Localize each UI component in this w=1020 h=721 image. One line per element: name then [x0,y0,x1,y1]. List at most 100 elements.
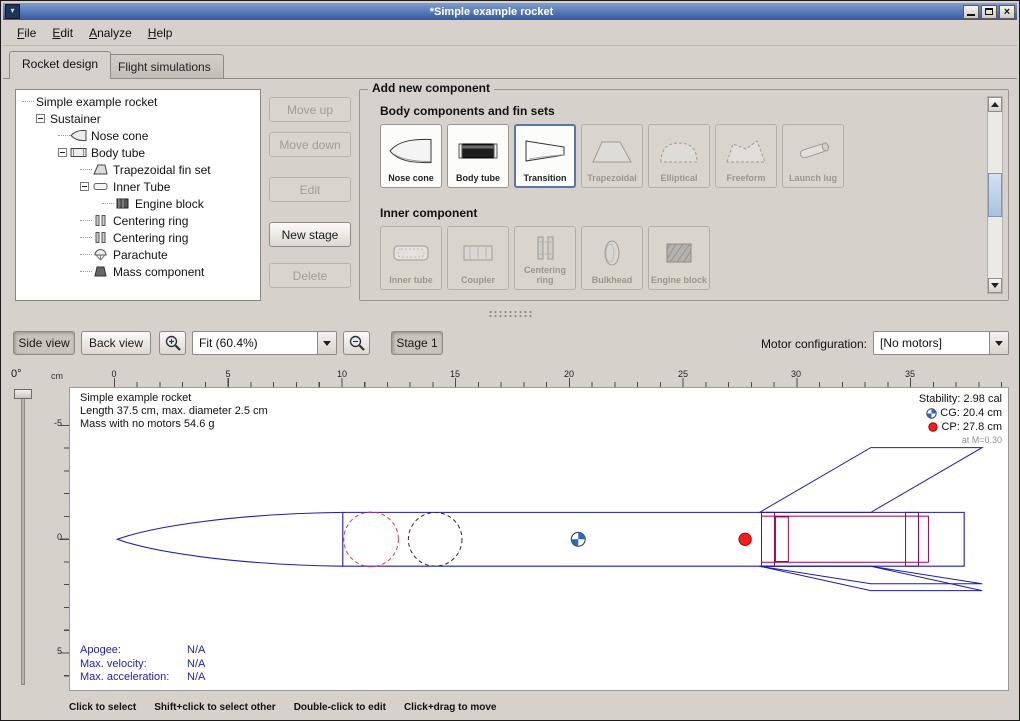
component-button-label: Elliptical [660,174,697,184]
collapse-icon[interactable] [36,114,45,123]
mach-note: at M=0.30 [962,435,1002,445]
engine-block-icon [656,230,702,276]
motor-configuration-select[interactable]: [No motors] [873,331,1009,355]
zoom-out-button[interactable] [343,331,370,355]
hint-click-select: Click to select [69,702,136,713]
title-bar[interactable]: ▾ *Simple example rocket × [3,3,1017,20]
parachute-outline[interactable] [344,512,399,567]
close-icon: × [1004,7,1010,17]
mass-component-outline[interactable] [408,512,462,566]
tree-item-label: Nose cone [89,129,148,143]
cp-marker [739,533,751,545]
back-view-button[interactable]: Back view [81,331,151,355]
tree-connector [22,101,34,103]
add-bulkhead-button: Bulkhead [581,226,643,290]
tree-item-rocket[interactable]: Simple example rocket [16,93,260,110]
tree-item-engine-block[interactable]: Engine block [16,195,260,212]
rocket-name: Simple example rocket [80,392,268,405]
tab-rocket-design[interactable]: Rocket design [9,51,111,79]
splitter-handle[interactable] [488,310,534,318]
component-button-label: Coupler [461,276,495,286]
tree-connector [80,271,92,273]
tab-flight-simulations[interactable]: Flight simulations [105,54,224,78]
menu-edit[interactable]: Edit [44,23,81,43]
tree-item-label: Parachute [111,248,168,262]
fin-outlines[interactable] [760,448,983,591]
menu-help[interactable]: Help [140,23,181,43]
side-view-button[interactable]: Side view [13,331,75,355]
group-title: Add new component [368,81,494,95]
tree-item-nose-cone[interactable]: Nose cone [16,127,260,144]
minimize-button[interactable] [963,5,979,19]
component-button-label: Launch lug [789,174,837,184]
motor-configuration-value: [No motors] [874,336,989,350]
rotation-slider-track[interactable] [21,393,25,685]
stage-1-toggle[interactable]: Stage 1 [391,331,443,355]
zoom-in-button[interactable] [159,331,186,355]
tree-item-label: Centering ring [111,214,188,228]
menu-file[interactable]: File [9,23,44,43]
zoom-select[interactable]: Fit (60.4%) [192,331,337,355]
add-transition-button[interactable]: Transition [514,124,576,188]
component-button-label: Freeform [726,174,765,184]
tree-item-parachute[interactable]: Parachute [16,246,260,263]
tree-item-label: Centering ring [111,231,188,245]
ruler-major-ticks [114,378,1009,387]
rotation-slider-handle[interactable] [14,389,32,399]
rocket-dimensions: Length 37.5 cm, max. diameter 2.5 cm [80,405,268,418]
trapezoidal-fin-icon [589,128,635,174]
add-component-group: Add new component Body components and fi… [359,89,1009,301]
move-up-button: Move up [269,97,351,122]
tree-item-mass-component[interactable]: Mass component [16,263,260,280]
maximize-button[interactable] [981,5,997,19]
app-icon[interactable]: ▾ [5,4,20,19]
bulkhead-icon [589,230,635,276]
scroll-up-button[interactable] [988,97,1002,112]
status-bar: Click to select Shift+click to select ot… [3,696,1017,718]
body-outline[interactable] [117,512,964,566]
component-button-label: Nose cone [388,174,434,184]
collapse-icon[interactable] [58,148,67,157]
component-panel-scrollbar[interactable] [987,96,1003,294]
centering-ring-icon [92,214,109,227]
scroll-down-button[interactable] [988,278,1002,293]
add-body-tube-button[interactable]: Body tube [447,124,509,188]
centering-ring-icon [92,231,109,244]
new-stage-button[interactable]: New stage [269,222,351,247]
tree-item-inner-tube[interactable]: Inner Tube [16,178,260,195]
inner-component-outlines[interactable] [762,512,929,566]
collapse-icon[interactable] [80,182,89,191]
rocket-canvas[interactable]: Simple example rocket Length 37.5 cm, ma… [69,387,1009,691]
menu-analyze[interactable]: Analyze [81,23,140,43]
menu-bar: File Edit Analyze Help [3,20,1017,46]
window-controls: × [963,5,1015,19]
tree-connector [80,220,92,222]
body-tube-icon [70,146,87,159]
delete-button: Delete [269,263,351,288]
tree-connector [80,254,92,256]
inner-tube-icon [388,230,434,276]
nose-cone-icon [388,128,434,174]
tree-item-centering-ring-1[interactable]: Centering ring [16,212,260,229]
window-title: *Simple example rocket [20,6,963,18]
tab-divider [3,78,1017,79]
tree-item-body-tube[interactable]: Body tube [16,144,260,161]
add-nose-cone-button[interactable]: Nose cone [380,124,442,188]
tree-item-centering-ring-2[interactable]: Centering ring [16,229,260,246]
tree-item-sustainer[interactable]: Sustainer [16,110,260,127]
rocket-diagram[interactable] [70,388,1008,690]
dropdown-arrow-button[interactable] [989,332,1008,354]
horizontal-ruler: 0 5 10 15 20 25 30 35 [69,369,1009,387]
add-engine-block-button: Engine block [648,226,710,290]
apogee-value: N/A [187,644,205,656]
component-button-label: Trapezoidal [587,174,637,184]
tree-item-fin-set[interactable]: Trapezoidal fin set [16,161,260,178]
motor-configuration-label: Motor configuration: [749,337,867,351]
scrollbar-thumb[interactable] [988,173,1002,217]
close-button[interactable]: × [999,5,1015,19]
component-tree[interactable]: Simple example rocket Sustainer Nose con… [15,89,261,301]
tree-item-label: Mass component [111,265,204,279]
dropdown-arrow-button[interactable] [317,332,336,354]
edit-button: Edit [269,177,351,202]
fin-set-icon [92,163,109,176]
